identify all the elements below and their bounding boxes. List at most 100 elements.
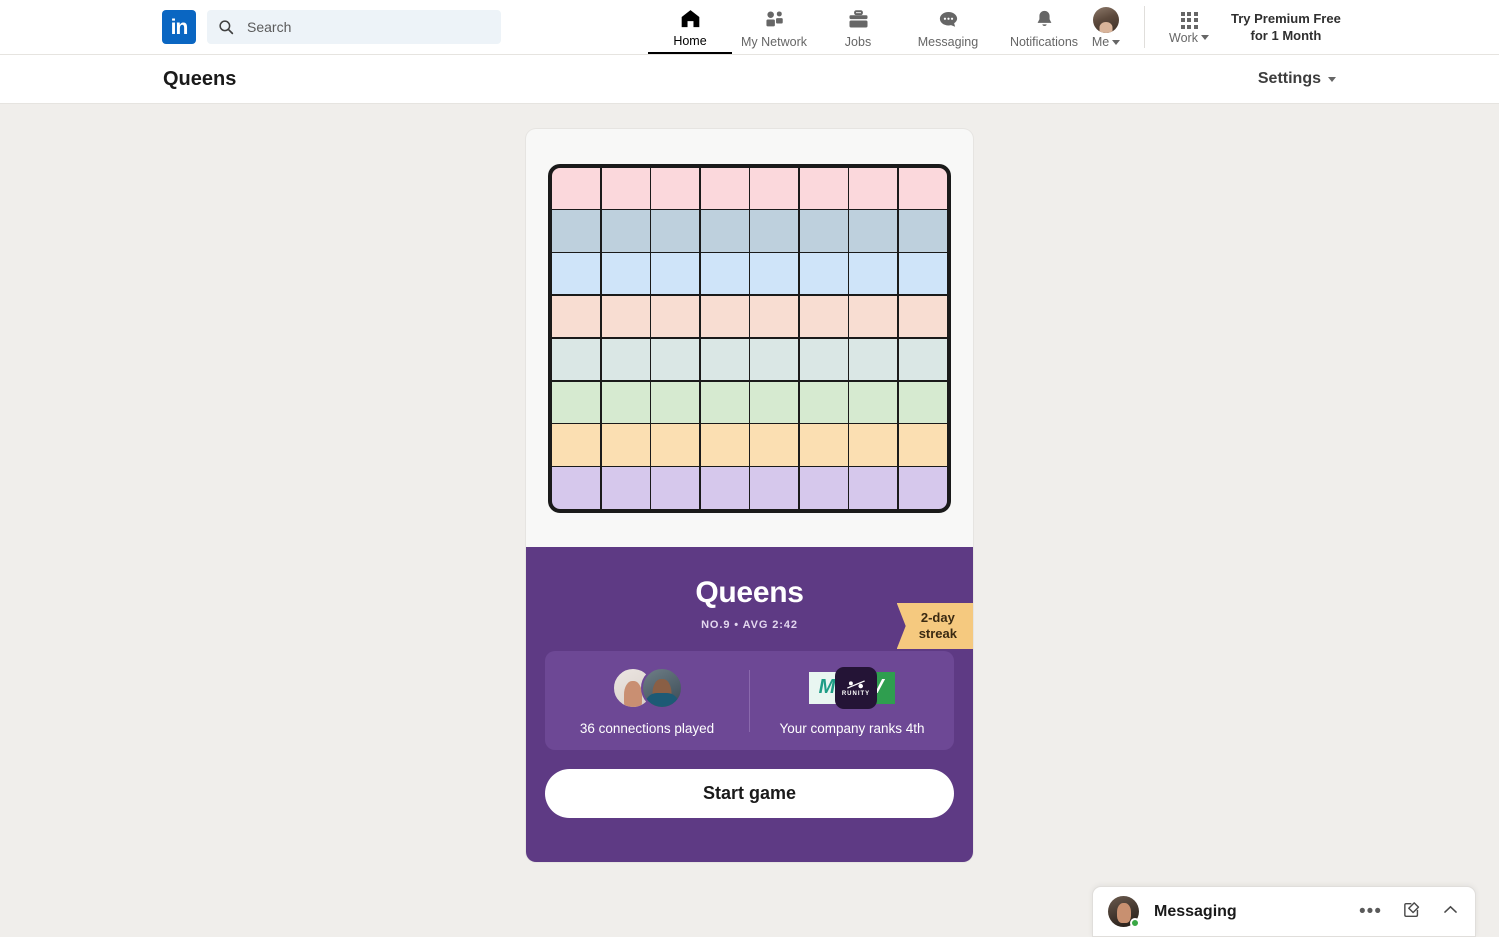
board-cell[interactable] (799, 253, 848, 295)
game-info-panel: Queens NO.9 • AVG 2:42 2-day streak 36 c… (526, 547, 973, 862)
board-cell[interactable] (651, 424, 700, 466)
board-cell[interactable] (651, 467, 700, 509)
board-cell[interactable] (601, 424, 650, 466)
board-cell[interactable] (700, 467, 749, 509)
board-cell[interactable] (601, 467, 650, 509)
board-cell[interactable] (799, 467, 848, 509)
global-nav: in Search Home My Network Jobs Messaging… (0, 0, 1499, 55)
board-cell[interactable] (552, 253, 601, 295)
board-cell[interactable] (750, 424, 799, 466)
start-game-button[interactable]: Start game (545, 769, 954, 818)
board-cell[interactable] (750, 467, 799, 509)
premium-line-2: for 1 Month (1250, 28, 1322, 43)
premium-upsell-link[interactable]: Try Premium Free for 1 Month (1231, 10, 1341, 44)
board-cell[interactable] (750, 338, 799, 381)
board-cell[interactable] (552, 338, 601, 381)
stat-connections[interactable]: 36 connections played (545, 666, 749, 736)
board-cell[interactable] (552, 467, 601, 509)
queens-game-card: Queens NO.9 • AVG 2:42 2-day streak 36 c… (526, 129, 973, 862)
board-cell[interactable] (700, 253, 749, 295)
home-icon (679, 7, 702, 31)
board-cell[interactable] (898, 210, 947, 252)
board-cell[interactable] (799, 381, 848, 423)
chevron-down-icon (1328, 76, 1336, 82)
chevron-down-icon (1200, 35, 1209, 40)
search-input[interactable]: Search (207, 10, 501, 44)
queens-board[interactable] (548, 163, 951, 513)
board-cell[interactable] (651, 253, 700, 295)
online-dot (1130, 918, 1140, 928)
board-cell[interactable] (799, 167, 848, 209)
nav-item-messaging[interactable]: Messaging (900, 0, 996, 54)
settings-button[interactable]: Settings (1258, 70, 1336, 88)
board-cell[interactable] (601, 253, 650, 295)
board-cell[interactable] (898, 381, 947, 423)
chevron-up-icon[interactable] (1441, 900, 1460, 924)
chat-bubble-icon (937, 8, 960, 32)
board-cell[interactable] (849, 381, 898, 423)
board-cell[interactable] (651, 210, 700, 252)
board-cell[interactable] (651, 167, 700, 209)
board-cell[interactable] (799, 210, 848, 252)
board-cell[interactable] (849, 424, 898, 466)
board-cell[interactable] (700, 338, 749, 381)
nav-item-jobs[interactable]: Jobs (816, 0, 900, 54)
board-cell[interactable] (651, 381, 700, 423)
board-cell[interactable] (898, 424, 947, 466)
game-title: Queens (695, 576, 804, 609)
board-cell[interactable] (750, 295, 799, 338)
board-cell[interactable] (552, 424, 601, 466)
bell-icon (1033, 8, 1056, 32)
board-cell[interactable] (849, 295, 898, 338)
nav-item-work-label: Work (1169, 30, 1198, 45)
board-cell[interactable] (552, 381, 601, 423)
board-cell[interactable] (750, 253, 799, 295)
board-cell[interactable] (552, 210, 601, 252)
nav-item-me-label: Me (1091, 35, 1110, 49)
board-cell[interactable] (849, 253, 898, 295)
board-cell[interactable] (700, 210, 749, 252)
board-cell[interactable] (750, 381, 799, 423)
nav-item-my-network[interactable]: My Network (732, 0, 816, 54)
compose-icon[interactable] (1402, 900, 1421, 924)
nav-item-me[interactable]: Me (1078, 5, 1134, 49)
board-cell[interactable] (849, 338, 898, 381)
board-cell[interactable] (552, 295, 601, 338)
board-cell[interactable] (651, 295, 700, 338)
board-cell[interactable] (849, 167, 898, 209)
nav-item-home[interactable]: Home (648, 0, 732, 54)
board-cell[interactable] (651, 338, 700, 381)
board-cell[interactable] (601, 381, 650, 423)
chevron-down-icon (1112, 39, 1121, 45)
board-cell[interactable] (700, 167, 749, 209)
messaging-widget[interactable]: Messaging ••• (1092, 886, 1476, 937)
linkedin-logo[interactable]: in (162, 10, 196, 44)
board-cell[interactable] (898, 467, 947, 509)
board-cell[interactable] (750, 210, 799, 252)
avatar-face (1116, 903, 1131, 923)
board-cell[interactable] (601, 338, 650, 381)
board-cell[interactable] (849, 210, 898, 252)
board-cell[interactable] (898, 338, 947, 381)
board-cell[interactable] (849, 467, 898, 509)
board-cell[interactable] (601, 295, 650, 338)
board-cell[interactable] (750, 167, 799, 209)
board-cell[interactable] (898, 295, 947, 338)
avatar (1093, 7, 1119, 33)
board-cell[interactable] (799, 295, 848, 338)
board-cell[interactable] (552, 167, 601, 209)
board-cell[interactable] (601, 167, 650, 209)
nav-item-home-label: Home (673, 33, 707, 48)
board-cell[interactable] (700, 381, 749, 423)
board-cell[interactable] (898, 167, 947, 209)
more-options-icon[interactable]: ••• (1359, 902, 1382, 921)
board-cell[interactable] (799, 338, 848, 381)
board-cell[interactable] (898, 253, 947, 295)
page-title: Queens (163, 67, 237, 90)
nav-item-work[interactable]: Work (1159, 10, 1219, 45)
board-cell[interactable] (700, 295, 749, 338)
board-cell[interactable] (799, 424, 848, 466)
board-cell[interactable] (700, 424, 749, 466)
stat-company-rank[interactable]: M RUNITY V Your company ranks 4th (750, 666, 954, 736)
board-cell[interactable] (601, 210, 650, 252)
